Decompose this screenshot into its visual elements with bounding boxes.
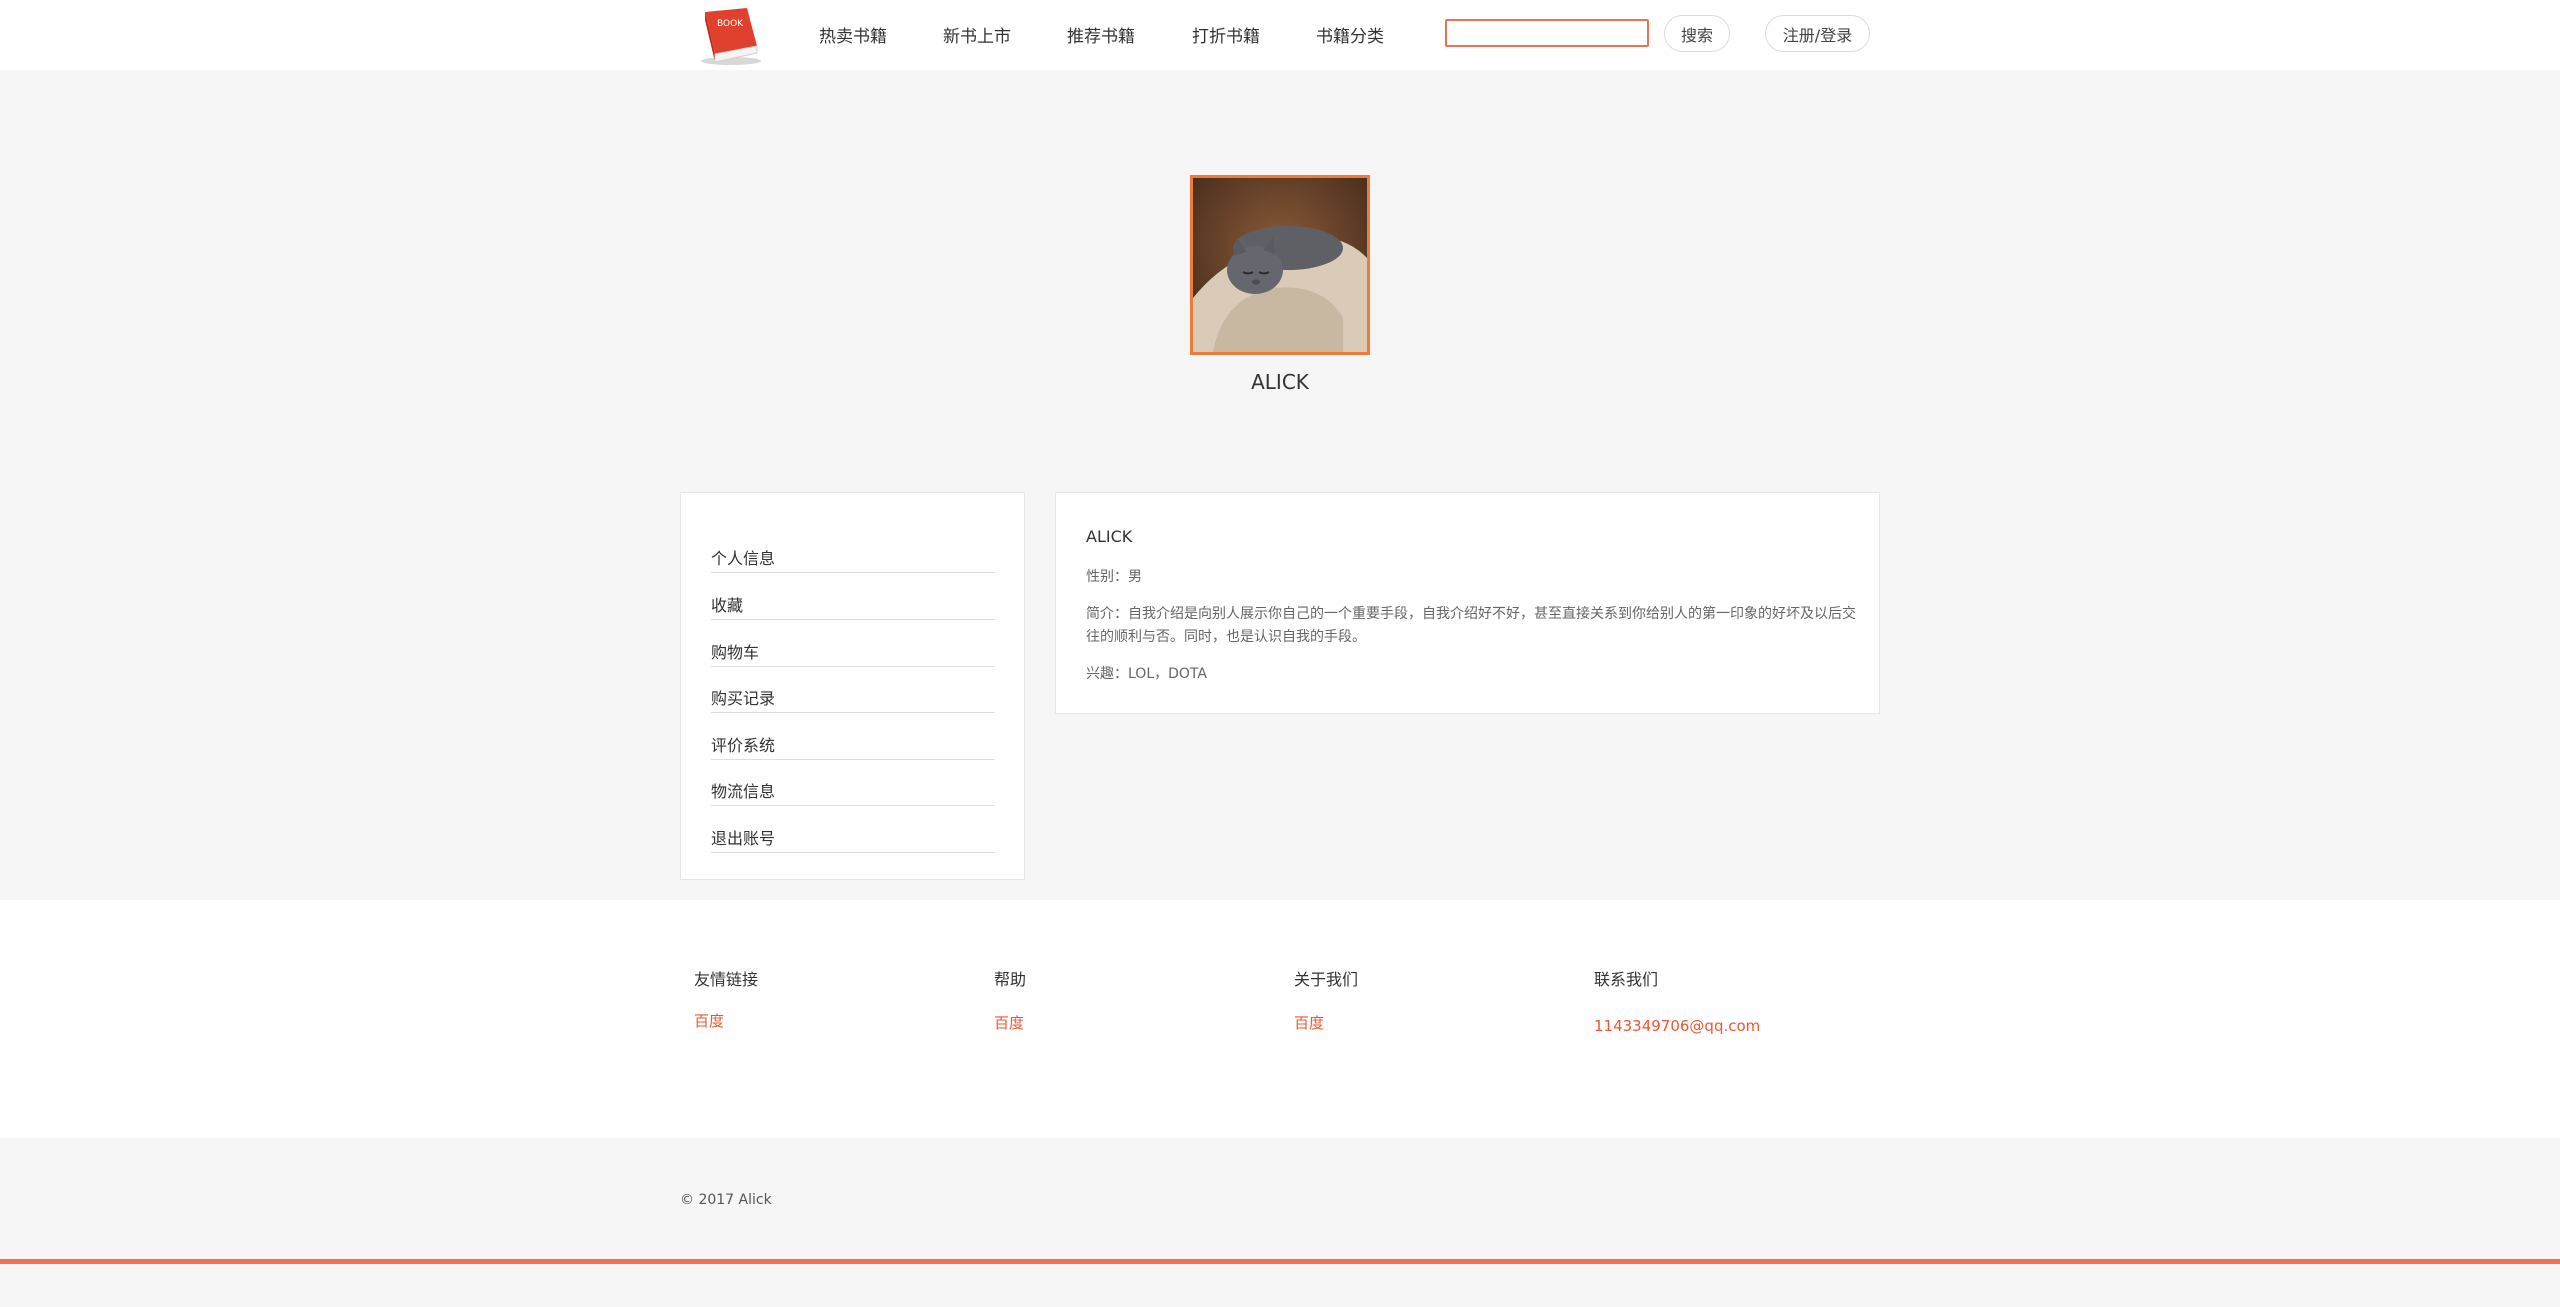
search-input[interactable] — [1445, 19, 1649, 47]
nav-item-new-books[interactable]: 新书上市 — [943, 22, 1011, 47]
footer-link-about-baidu[interactable]: 百度 — [1294, 1012, 1324, 1033]
svg-text:BOOK: BOOK — [717, 19, 744, 29]
side-item-favorites[interactable]: 收藏 — [711, 592, 995, 620]
register-login-button[interactable]: 注册/登录 — [1765, 15, 1870, 52]
side-item-cart[interactable]: 购物车 — [711, 639, 995, 667]
side-item-purchase-history[interactable]: 购买记录 — [711, 685, 995, 713]
search-button[interactable]: 搜索 — [1664, 15, 1730, 52]
footer-link-help-baidu[interactable]: 百度 — [994, 1012, 1024, 1033]
nav-item-recommended-books[interactable]: 推荐书籍 — [1067, 22, 1135, 47]
footer-link-contact-email[interactable]: 1143349706@qq.com — [1594, 1017, 1760, 1035]
info-gender: 性别：男 — [1086, 569, 1142, 585]
profile-username: ALICK — [1251, 370, 1309, 394]
side-item-reviews[interactable]: 评价系统 — [711, 732, 995, 760]
info-intro: 简介：自我介绍是向别人展示你自己的一个重要手段，自我介绍好不好，甚至直接关系到你… — [1086, 606, 1856, 645]
nav-item-book-categories[interactable]: 书籍分类 — [1316, 22, 1384, 47]
top-header: BOOK 热卖书籍 新书上市 推荐书籍 打折书籍 书籍分类 搜索 注册/登录 — [0, 0, 2560, 70]
personal-info-panel: ALICK 性别：男 简介：自我介绍是向别人展示你自己的一个重要手段，自我介绍好… — [1055, 492, 1880, 714]
footer-title-about-us: 关于我们 — [1294, 970, 1359, 989]
footer-link-friend-baidu[interactable]: 百度 — [694, 1010, 724, 1031]
side-menu: 个人信息 收藏 购物车 购买记录 评价系统 物流信息 退出账号 — [680, 492, 1025, 880]
nav-item-hot-books[interactable]: 热卖书籍 — [819, 22, 887, 47]
copyright-text: © 2017 Alick — [680, 1192, 772, 1208]
side-item-personal-info[interactable]: 个人信息 — [711, 545, 995, 573]
footer-title-help: 帮助 — [994, 970, 1027, 989]
side-item-logout[interactable]: 退出账号 — [711, 825, 995, 853]
footer-title-friend-links: 友情链接 — [694, 970, 759, 989]
nav-item-discount-books[interactable]: 打折书籍 — [1192, 22, 1260, 47]
side-item-logistics[interactable]: 物流信息 — [711, 778, 995, 806]
bottom-accent-bar — [0, 1259, 2560, 1264]
footer-title-contact-us: 联系我们 — [1594, 970, 1659, 989]
user-avatar — [1190, 175, 1370, 355]
info-name: ALICK — [1086, 527, 1133, 546]
book-logo-icon[interactable]: BOOK — [697, 6, 763, 66]
site-footer: 友情链接 百度 帮助 百度 关于我们 百度 联系我们 1143349706@qq… — [0, 900, 2560, 1138]
info-hobby: 兴趣：LOL，DOTA — [1086, 666, 1207, 682]
